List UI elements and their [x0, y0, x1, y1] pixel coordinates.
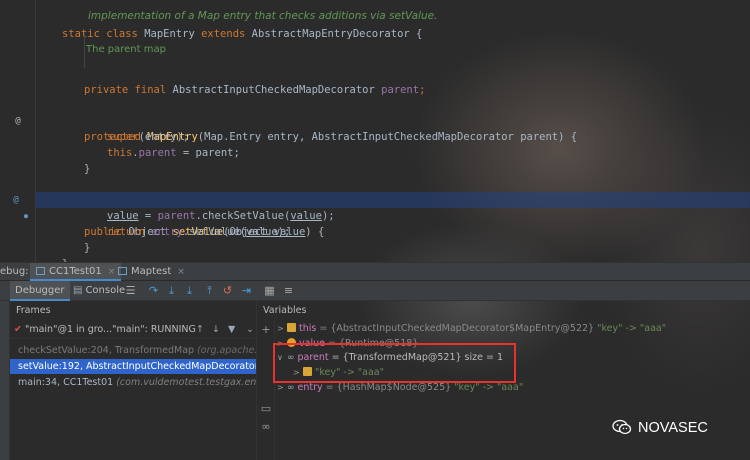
watermark-text: NOVASEC: [638, 420, 708, 436]
variable-row-parent[interactable]: ∨ ∞ parent = {TransformedMap@521} size = 1: [277, 350, 503, 365]
wechat-icon: [612, 419, 632, 435]
frame-item-selected[interactable]: setValue:192, AbstractInputCheckedMapDec…: [10, 359, 256, 374]
chevron-right-icon[interactable]: >: [277, 321, 287, 336]
code-line-comment: implementation of a Map entry that check…: [0, 0, 750, 22]
drop-frame-icon[interactable]: ↺: [221, 284, 234, 298]
tab-debugger[interactable]: Debugger: [10, 281, 70, 301]
field-icon: [303, 367, 312, 376]
code-line-this-parent: this.parent = parent;: [107, 147, 240, 159]
code-line-close-class: }: [0, 240, 750, 270]
class-name: MapEntry: [144, 28, 195, 40]
variables-header: Variables: [263, 305, 307, 316]
variable-row-value[interactable]: > value = {Runtime@518}: [277, 336, 418, 351]
debugger-toolbar: Debugger ▤ Console ☰ ↷ ⤓ ⤓ ⤒ ↺ ⇥ ▦ ≡: [0, 281, 750, 301]
return-value-icon: [287, 338, 296, 347]
kw-extends: extends: [194, 28, 252, 40]
tab-cc1test01[interactable]: CC1Test01 ×: [30, 263, 122, 281]
variable-row-entry[interactable]: > ∞ entry = {HashMap$Node@525} "key" -> "a…: [277, 380, 523, 395]
layout-icon[interactable]: ≡: [282, 284, 295, 298]
debug-tab-bar: ebug: CC1Test01 × Maptest ×: [0, 262, 750, 281]
class-base: AbstractMapEntryDecorator {: [251, 28, 423, 40]
code-line-constructor: @ protected MapEntry(Map.Entry entry, Ab…: [0, 97, 750, 143]
tab-console[interactable]: ▤ Console: [68, 281, 130, 301]
run-to-cursor-icon[interactable]: ⇥: [240, 284, 253, 298]
chevron-down-icon[interactable]: ⌄: [246, 321, 254, 339]
watch-infinity-icon: ∞: [287, 383, 295, 393]
thread-label: "main"@1 in gro..."main": RUNNING: [24, 324, 196, 335]
console-icon: ▤: [73, 285, 83, 296]
step-over-icon[interactable]: ↷: [147, 284, 160, 298]
chevron-right-icon[interactable]: >: [293, 365, 303, 380]
current-execution-line: value = parent.checkSetValue(value);: [36, 192, 750, 222]
code-line-close-method: }: [84, 242, 91, 254]
fold-guide: [84, 34, 85, 68]
frame-item[interactable]: checkSetValue:204, TransformedMap (org.a…: [10, 343, 256, 358]
code-line-field: private final AbstractInputCheckedMapDec…: [84, 84, 426, 96]
frames-header: Frames: [16, 305, 51, 316]
arrow-up-icon[interactable]: ↑: [196, 321, 204, 339]
debug-left-stripe: [0, 301, 10, 460]
watermark: NOVASEC: [612, 418, 708, 438]
evaluate-icon[interactable]: ▦: [263, 284, 276, 298]
code-line-super: super(entry);: [107, 131, 190, 143]
copy-icon[interactable]: ▭: [260, 403, 272, 415]
chevron-down-icon[interactable]: ∨: [277, 350, 287, 365]
watch-infinity-icon: ∞: [287, 353, 295, 363]
thread-selector[interactable]: ✔ "main"@1 in gro..."main": RUNNING ↑ ↓ ▼…: [10, 321, 256, 339]
check-icon: ✔: [14, 324, 22, 335]
list-icon[interactable]: ☰: [124, 284, 137, 298]
filter-icon[interactable]: ▼: [228, 321, 235, 339]
debug-label: ebug:: [0, 266, 29, 277]
close-icon[interactable]: ×: [177, 267, 185, 277]
run-config-icon: [118, 267, 127, 275]
frames-panel: Frames ✔ "main"@1 in gro..."main": RUNNIN…: [10, 301, 256, 460]
frame-item[interactable]: main:34, CC1Test01 (com.vuldemotest.test…: [10, 375, 256, 390]
code-line-class: static class MapEntry extends AbstractMa…: [0, 10, 750, 40]
code-line-setvalue: @ ● public Object setValue(Object value)…: [0, 176, 750, 238]
step-into-icon[interactable]: ⤓: [165, 284, 178, 298]
implements-gutter-icon[interactable]: @: [10, 192, 22, 208]
chevron-right-icon[interactable]: >: [277, 336, 287, 351]
tab-maptest[interactable]: Maptest ×: [112, 263, 191, 281]
variable-row-this[interactable]: > this = {AbstractInputCheckedMapDecorato…: [277, 321, 666, 336]
step-out-icon[interactable]: ⤒: [203, 284, 216, 298]
kw-static: static class: [62, 28, 145, 40]
code-line-return: return entry.setValue(value);: [107, 226, 291, 238]
code-line-close-constructor: }: [84, 163, 91, 175]
doc-comment: The parent map: [86, 44, 166, 55]
watches-icon[interactable]: ∞: [260, 421, 272, 433]
chevron-right-icon[interactable]: >: [277, 380, 287, 395]
run-config-icon: [36, 267, 45, 275]
add-watch-icon[interactable]: +: [260, 324, 272, 336]
field-parent: parent: [381, 84, 420, 96]
arrow-down-icon[interactable]: ↓: [212, 321, 220, 339]
field-icon: [287, 323, 296, 332]
code-editor[interactable]: implementation of a Map entry that check…: [0, 0, 750, 270]
variable-row-parent-entry[interactable]: > "key" -> "aaa": [293, 365, 384, 380]
variables-side-toolbar: + ▭ ∞: [257, 319, 275, 460]
force-step-into-icon[interactable]: ⤓: [183, 284, 196, 298]
